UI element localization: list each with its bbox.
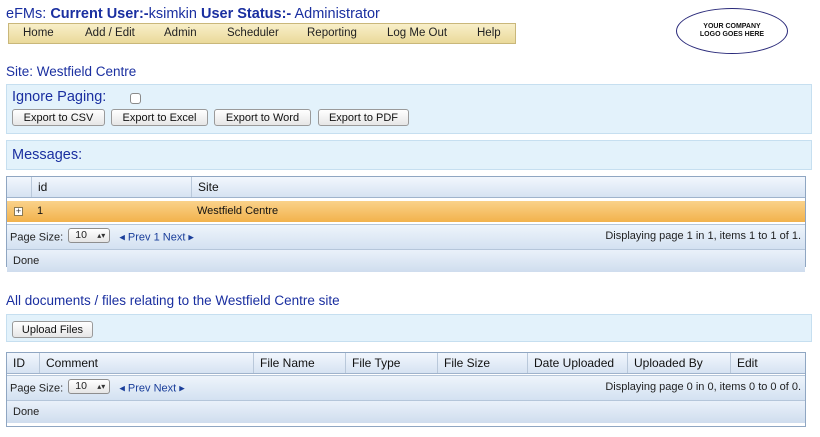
table-row[interactable]: + 1 Westfield Centre — [7, 201, 805, 222]
documents-grid-header: ID Comment File Name File Type File Size… — [7, 353, 805, 374]
nav-admin[interactable]: Admin — [164, 27, 197, 39]
expand-plus-icon[interactable]: + — [14, 207, 23, 216]
status-text: Done — [13, 406, 40, 418]
documents-grid: ID Comment File Name File Type File Size… — [6, 352, 806, 427]
header-status-line: eFMs: Current User:-ksimkin User Status:… — [6, 6, 380, 22]
user-status: Administrator — [294, 6, 380, 22]
documents-status-bar: Done — [7, 401, 805, 423]
page-size-select[interactable]: 10 ▴▾ — [68, 379, 111, 394]
ignore-paging-checkbox[interactable] — [130, 93, 141, 104]
upload-files-button[interactable]: Upload Files — [12, 321, 93, 338]
col-header-id[interactable]: ID — [7, 353, 39, 373]
export-excel-button[interactable]: Export to Excel — [111, 109, 208, 126]
nav-add-edit[interactable]: Add / Edit — [85, 27, 135, 39]
documents-pager: Page Size: 10 ▴▾ ◂ Prev Next ▸ Displaying… — [7, 375, 805, 401]
select-arrow-icon: ▴▾ — [97, 382, 106, 391]
export-csv-button[interactable]: Export to CSV — [12, 109, 105, 126]
page-size-label: Page Size: — [10, 231, 64, 244]
cell-site: Westfield Centre — [197, 205, 279, 217]
documents-title: All documents / files relating to the We… — [6, 293, 340, 308]
user-status-label: User Status:- — [200, 6, 292, 22]
app-name: eFMs: — [6, 6, 47, 22]
messages-grid: id Site + 1 Westfield Centre Page Size: … — [6, 176, 806, 272]
messages-panel — [6, 140, 812, 170]
col-header-id[interactable]: id — [31, 177, 191, 197]
export-word-button[interactable]: Export to Word — [214, 109, 311, 126]
company-logo: YOUR COMPANY LOGO GOES HERE — [676, 8, 788, 54]
col-header-uploaded-by[interactable]: Uploaded By — [627, 353, 730, 373]
messages-grid-header: id Site — [7, 177, 805, 198]
col-header-file-size[interactable]: File Size — [437, 353, 527, 373]
page-size-select[interactable]: 10 ▴▾ — [68, 228, 111, 243]
pager-summary: Displaying page 0 in 0, items 0 to 0 of … — [605, 381, 801, 393]
pager-summary: Displaying page 1 in 1, items 1 to 1 of … — [605, 230, 801, 242]
messages-status-bar: Done — [7, 250, 805, 272]
col-header-site[interactable]: Site — [191, 177, 805, 197]
nav-reporting[interactable]: Reporting — [307, 27, 357, 39]
main-nav: Home Add / Edit Admin Scheduler Reportin… — [8, 23, 516, 44]
expand-column-header — [7, 177, 31, 197]
select-arrow-icon: ▴▾ — [97, 231, 106, 240]
messages-pager: Page Size: 10 ▴▾ ◂ Prev 1 Next ▸ Displayi… — [7, 224, 805, 250]
page-size-label: Page Size: — [10, 382, 64, 395]
status-text: Done — [13, 255, 40, 267]
site-title: Site: Westfield Centre — [6, 64, 137, 79]
nav-log-me-out[interactable]: Log Me Out — [387, 27, 447, 39]
col-header-edit[interactable]: Edit — [730, 353, 805, 373]
current-user: ksimkin — [148, 6, 197, 22]
col-header-date-uploaded[interactable]: Date Uploaded — [527, 353, 627, 373]
col-header-file-name[interactable]: File Name — [253, 353, 345, 373]
current-user-label: Current User:- — [50, 6, 149, 22]
pager-nav-links[interactable]: ◂ Prev Next ▸ — [119, 382, 184, 394]
messages-label: Messages: — [12, 147, 83, 163]
ignore-paging-label: Ignore Paging: — [12, 89, 107, 105]
cell-id: 1 — [37, 205, 44, 217]
pager-nav-links[interactable]: ◂ Prev 1 Next ▸ — [119, 231, 194, 243]
col-header-comment[interactable]: Comment — [39, 353, 253, 373]
nav-home[interactable]: Home — [23, 27, 54, 39]
nav-scheduler[interactable]: Scheduler — [227, 27, 279, 39]
nav-help[interactable]: Help — [477, 27, 501, 39]
upload-panel — [6, 314, 812, 342]
company-logo-text: YOUR COMPANY LOGO GOES HERE — [699, 23, 765, 38]
export-pdf-button[interactable]: Export to PDF — [318, 109, 409, 126]
col-header-file-type[interactable]: File Type — [345, 353, 437, 373]
